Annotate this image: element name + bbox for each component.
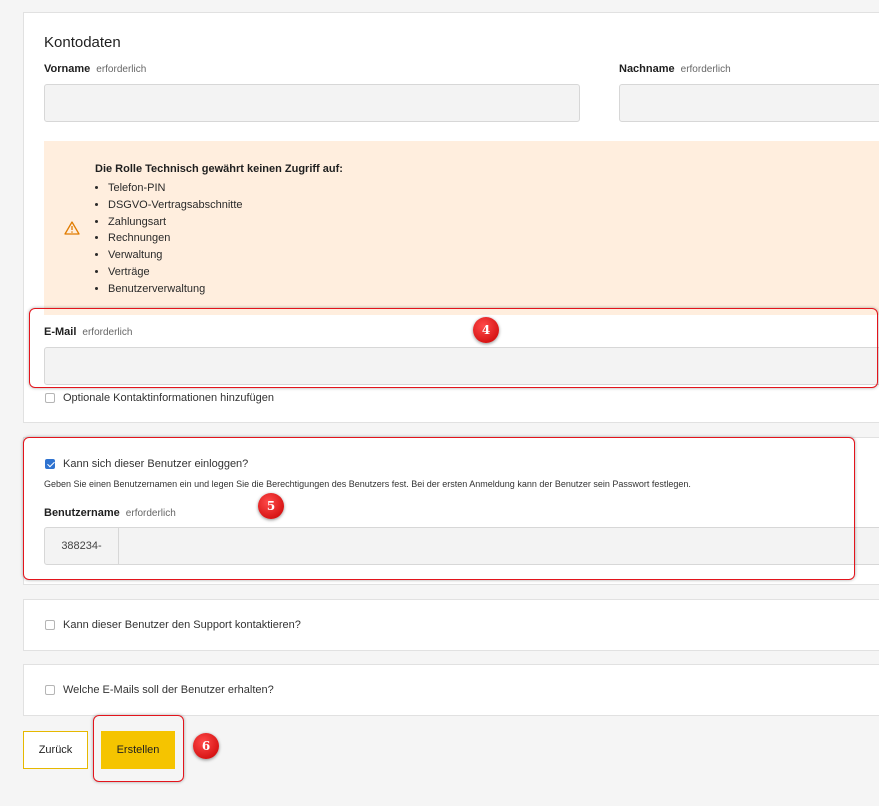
last-name-label: Nachname erforderlich	[619, 63, 731, 75]
warning-item: Rechnungen	[108, 230, 243, 247]
support-label[interactable]: Kann dieser Benutzer den Support kontakt…	[63, 619, 301, 631]
first-name-input[interactable]	[44, 84, 580, 122]
warning-item: Verträge	[108, 264, 243, 281]
section-title: Kontodaten	[44, 34, 121, 51]
emails-label[interactable]: Welche E-Mails soll der Benutzer erhalte…	[63, 684, 274, 696]
email-callout	[29, 308, 878, 388]
warning-item: DSGVO-Vertragsabschnitte	[108, 197, 243, 214]
warning-item: Benutzerverwaltung	[108, 281, 243, 298]
warning-item: Telefon-PIN	[108, 180, 243, 197]
required-hint: erforderlich	[680, 64, 731, 75]
login-callout	[23, 437, 855, 580]
emails-checkbox[interactable]	[45, 685, 55, 695]
support-checkbox[interactable]	[45, 620, 55, 630]
first-name-label: Vorname erforderlich	[44, 63, 147, 75]
warning-triangle-icon	[64, 221, 80, 240]
warning-item: Zahlungsart	[108, 214, 243, 231]
required-hint: erforderlich	[96, 64, 147, 75]
role-warning-box: Die Rolle Technisch gewährt keinen Zugri…	[44, 141, 879, 315]
step-badge: 6	[193, 733, 219, 759]
optional-contact-checkbox[interactable]	[45, 393, 55, 403]
warning-item: Verwaltung	[108, 247, 243, 264]
last-name-input[interactable]	[619, 84, 879, 122]
optional-contact-label[interactable]: Optionale Kontaktinformationen hinzufüge…	[63, 392, 274, 404]
back-button[interactable]: Zurück	[23, 731, 88, 769]
create-callout	[93, 715, 184, 782]
warning-title: Die Rolle Technisch gewährt keinen Zugri…	[95, 163, 343, 175]
step-badge: 5	[258, 493, 284, 519]
step-badge: 4	[473, 317, 499, 343]
warning-list: Telefon-PIN DSGVO-Vertragsabschnitte Zah…	[94, 180, 243, 298]
